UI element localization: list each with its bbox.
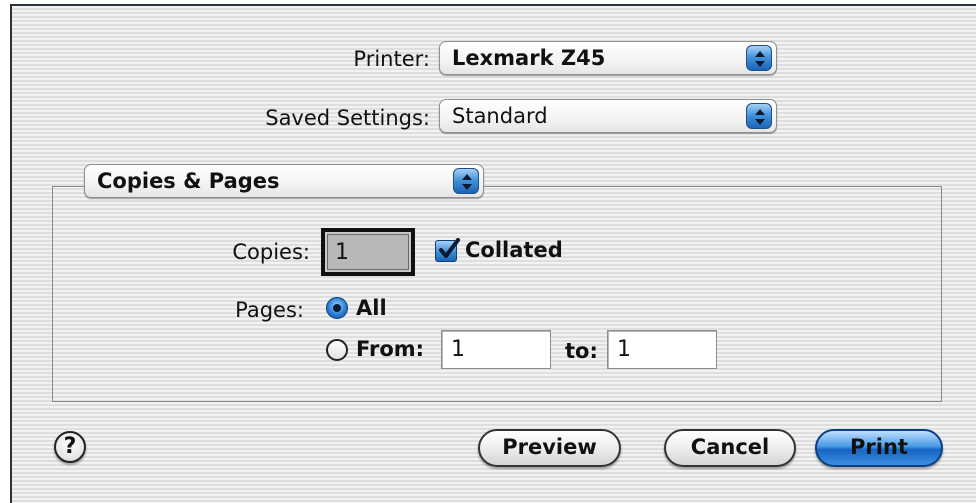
pages-all-radio[interactable] (326, 297, 348, 319)
pages-to-input[interactable]: 1 (607, 330, 717, 369)
pages-from-value: 1 (451, 337, 465, 362)
pages-label: Pages: (235, 298, 304, 322)
panel-selector-popup[interactable]: Copies & Pages (84, 164, 484, 198)
popup-arrows-icon (746, 103, 772, 129)
pages-all-label[interactable]: All (356, 296, 387, 320)
collated-label[interactable]: Collated (465, 238, 563, 262)
saved-settings-popup[interactable]: Standard (439, 99, 777, 133)
popup-arrows-icon (746, 45, 772, 71)
printer-label: Printer: (353, 47, 430, 71)
printer-value: Lexmark Z45 (452, 46, 606, 70)
saved-settings-value: Standard (452, 104, 548, 128)
print-button[interactable]: Print (815, 429, 943, 467)
panel-selector-value: Copies & Pages (97, 169, 280, 193)
copies-input[interactable]: 1 (321, 228, 415, 276)
copies-label: Copies: (232, 240, 310, 264)
pages-from-input[interactable]: 1 (441, 330, 551, 369)
preview-button[interactable]: Preview (478, 429, 621, 467)
cancel-button[interactable]: Cancel (664, 429, 796, 467)
pages-from-radio[interactable] (326, 339, 348, 361)
help-button[interactable]: ? (54, 431, 86, 463)
checkmark-icon (439, 238, 460, 258)
pages-from-label[interactable]: From: (356, 337, 424, 361)
pages-to-label: to: (565, 339, 598, 363)
printer-popup[interactable]: Lexmark Z45 (439, 41, 777, 75)
copies-value: 1 (335, 240, 349, 265)
saved-settings-label: Saved Settings: (265, 106, 430, 130)
copies-pages-group (52, 186, 942, 402)
collated-checkbox[interactable] (435, 238, 460, 262)
pages-to-value: 1 (617, 337, 631, 362)
popup-arrows-icon (453, 168, 479, 194)
